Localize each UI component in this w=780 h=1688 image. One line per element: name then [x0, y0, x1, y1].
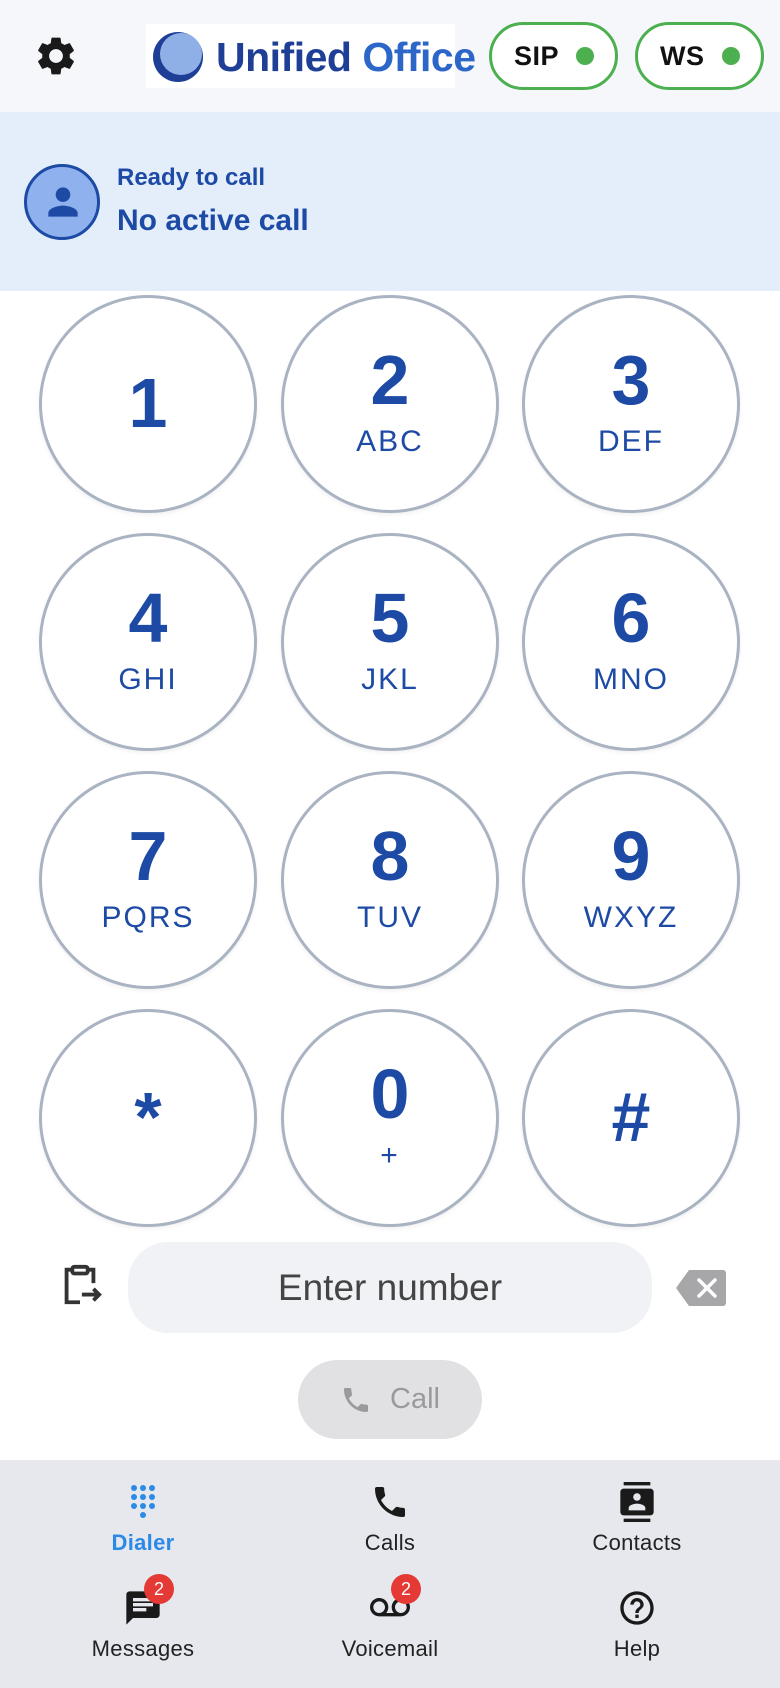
key-letters: ABC — [356, 425, 424, 458]
key-8[interactable]: 8 TUV — [281, 771, 499, 989]
key-star[interactable]: * — [39, 1009, 257, 1227]
paste-icon[interactable] — [57, 1262, 103, 1308]
voicemail-badge: 2 — [391, 1574, 421, 1604]
key-5[interactable]: 5 JKL — [281, 533, 499, 751]
call-button-label: Call — [390, 1383, 440, 1415]
phone-number-input[interactable] — [128, 1242, 652, 1333]
key-digit: 4 — [128, 579, 168, 657]
key-1[interactable]: 1 — [39, 295, 257, 513]
bottom-nav: Dialer Calls Contacts 2 Messages 2 Voice… — [0, 1460, 780, 1688]
logo-text: Unified Office — [216, 34, 476, 80]
key-9[interactable]: 9 WXYZ — [522, 771, 740, 989]
unified-office-logo: Unified Office — [146, 24, 476, 88]
status-ready-text: Ready to call — [117, 164, 266, 191]
key-letters: PQRS — [101, 901, 195, 934]
key-4[interactable]: 4 GHI — [39, 533, 257, 751]
key-digit: 9 — [611, 817, 651, 895]
nav-help-label: Help — [613, 1636, 661, 1661]
dialer-app: Unified Office SIP WS Ready to call No a… — [0, 0, 780, 1688]
nav-help[interactable]: Help — [537, 1566, 737, 1666]
logo-mark-icon — [153, 32, 203, 82]
contacts-icon — [620, 1482, 654, 1522]
key-letters: TUV — [357, 901, 423, 934]
ws-connected-indicator — [722, 47, 740, 65]
key-hash[interactable]: # — [522, 1009, 740, 1227]
nav-messages[interactable]: 2 Messages — [43, 1566, 243, 1666]
ws-status-pill[interactable]: WS — [635, 22, 764, 90]
call-status-banner: Ready to call No active call — [0, 112, 780, 291]
key-6[interactable]: 6 MNO — [522, 533, 740, 751]
nav-voicemail-label: Voicemail — [341, 1636, 439, 1661]
key-digit: 5 — [370, 579, 410, 657]
avatar — [24, 164, 100, 240]
nav-messages-label: Messages — [91, 1636, 195, 1661]
call-button[interactable]: Call — [298, 1360, 482, 1439]
ws-label: WS — [660, 40, 705, 71]
key-digit: 1 — [128, 364, 168, 442]
key-digit: # — [611, 1078, 651, 1156]
key-letters: MNO — [593, 663, 669, 696]
key-letters: WXYZ — [583, 901, 679, 934]
key-digit: 2 — [370, 341, 410, 419]
backspace-icon[interactable] — [675, 1268, 727, 1308]
status-call-text: No active call — [117, 204, 309, 237]
key-digit: 3 — [611, 341, 651, 419]
key-letters: JKL — [361, 663, 419, 696]
logo-word-unified: Unified — [216, 34, 352, 80]
nav-calls[interactable]: Calls — [290, 1460, 490, 1560]
key-0[interactable]: 0 + — [281, 1009, 499, 1227]
nav-dialer[interactable]: Dialer — [43, 1460, 243, 1560]
phone-icon — [344, 1387, 369, 1412]
help-icon — [620, 1591, 654, 1625]
key-letters: DEF — [598, 425, 664, 458]
key-digit: * — [134, 1078, 162, 1156]
top-bar: Unified Office SIP WS — [0, 0, 780, 112]
key-letters: GHI — [118, 663, 178, 696]
sip-status-pill[interactable]: SIP — [489, 22, 618, 90]
gear-icon[interactable] — [33, 33, 79, 79]
key-2[interactable]: 2 ABC — [281, 295, 499, 513]
key-letters: + — [380, 1139, 400, 1172]
logo-word-office: Office — [362, 34, 476, 80]
nav-voicemail[interactable]: 2 Voicemail — [290, 1566, 490, 1666]
sip-label: SIP — [514, 40, 560, 71]
key-7[interactable]: 7 PQRS — [39, 771, 257, 989]
nav-dialer-label: Dialer — [111, 1530, 175, 1555]
key-digit: 0 — [370, 1055, 410, 1133]
key-3[interactable]: 3 DEF — [522, 295, 740, 513]
key-digit: 8 — [370, 817, 410, 895]
nav-contacts[interactable]: Contacts — [537, 1460, 737, 1560]
nav-contacts-label: Contacts — [592, 1530, 682, 1555]
sip-connected-indicator — [576, 47, 594, 65]
key-digit: 6 — [611, 579, 651, 657]
nav-calls-label: Calls — [364, 1530, 416, 1555]
dialpad-icon — [131, 1485, 155, 1518]
key-digit: 7 — [128, 817, 168, 895]
person-icon — [48, 187, 78, 217]
phone-icon — [375, 1487, 405, 1517]
messages-badge: 2 — [144, 1574, 174, 1604]
